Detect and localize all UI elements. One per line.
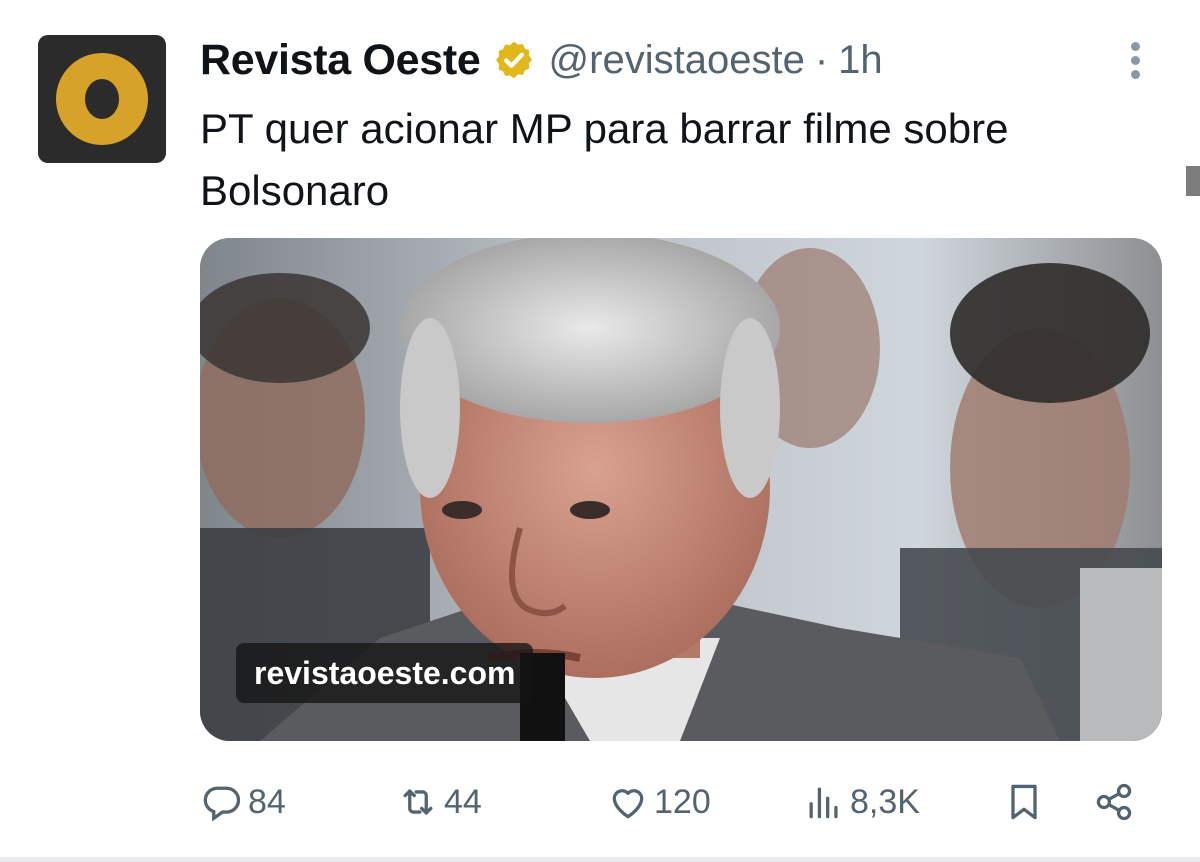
analytics-icon <box>809 787 838 819</box>
display-name[interactable]: Revista Oeste <box>200 36 481 85</box>
like-button[interactable]: 120 <box>606 770 711 834</box>
bookmark-button[interactable] <box>1002 770 1046 834</box>
bookmark-icon <box>1011 784 1037 820</box>
tweet-header: Revista Oeste @revistaoeste · 1h <box>200 30 883 90</box>
share-button[interactable] <box>1092 770 1136 834</box>
tweet-text: PT quer acionar MP para barrar filme sob… <box>200 105 1009 214</box>
scrollbar-thumb[interactable] <box>1186 166 1200 196</box>
repost-button[interactable]: 44 <box>396 770 482 834</box>
divider <box>0 857 1200 862</box>
timestamp[interactable]: 1h <box>838 38 883 83</box>
reply-count: 84 <box>248 782 286 821</box>
repost-count: 44 <box>444 782 482 821</box>
like-count: 120 <box>654 782 711 821</box>
repost-icon <box>403 789 433 815</box>
verified-badge-icon[interactable] <box>493 39 535 81</box>
heart-icon <box>612 789 644 819</box>
views-button[interactable]: 8,3K <box>802 770 920 834</box>
share-icon <box>1096 783 1132 821</box>
views-count: 8,3K <box>850 782 920 821</box>
user-handle[interactable]: @revistaoeste <box>549 38 805 83</box>
media-watermark: revistaoeste.com <box>236 643 534 703</box>
more-vertical-icon[interactable] <box>1125 42 1145 82</box>
tweet-actions: 84 44 120 8,3K <box>200 770 1160 834</box>
separator: · <box>814 37 829 82</box>
reply-button[interactable]: 84 <box>200 770 286 834</box>
reply-icon <box>203 786 241 822</box>
avatar-logo-icon <box>56 53 148 145</box>
avatar[interactable] <box>38 35 166 163</box>
